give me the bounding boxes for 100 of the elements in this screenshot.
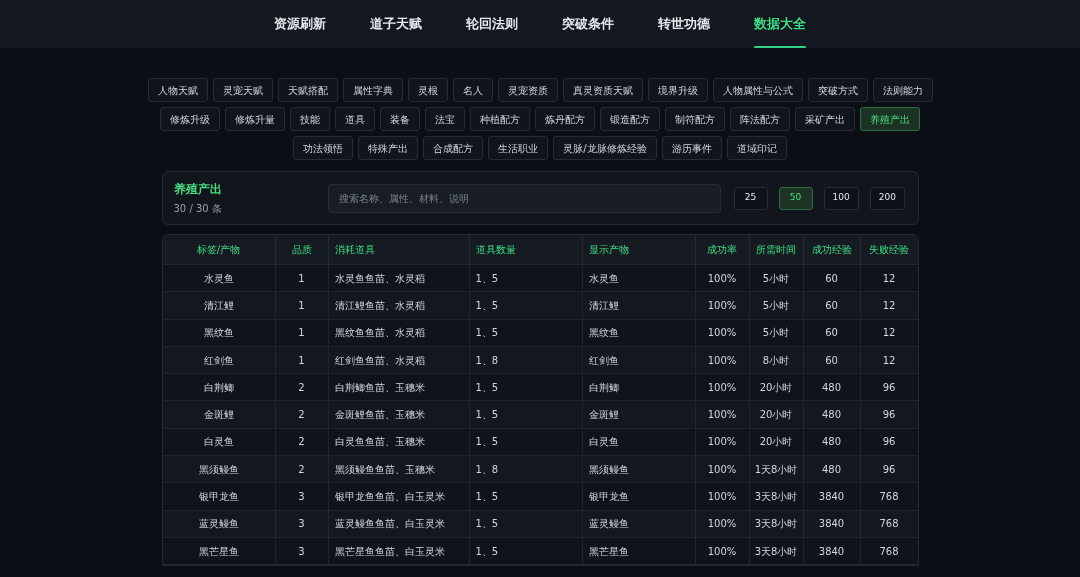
page-size-button[interactable]: 25 (733, 186, 768, 210)
table-cell: 100% (695, 483, 750, 510)
table-cell: 白灵鱼 (162, 428, 276, 456)
column-header: 道具数量 (469, 235, 583, 264)
active-tab-underline (754, 46, 806, 48)
table-cell: 60 (803, 346, 861, 374)
category-button[interactable]: 突破方式 (807, 78, 868, 102)
table-cell: 2 (275, 456, 329, 483)
table-cell: 480 (803, 374, 861, 401)
nav-tab[interactable]: 道子天赋 (349, 0, 443, 48)
category-button[interactable]: 功法领悟 (293, 136, 354, 160)
table-cell: 20小时 (749, 428, 804, 456)
category-button[interactable]: 采矿产出 (795, 107, 855, 131)
category-button[interactable]: 修炼升量 (225, 107, 285, 131)
nav-tab[interactable]: 轮回法则 (445, 0, 539, 48)
category-button[interactable]: 技能 (290, 107, 330, 131)
table-cell: 3 (275, 483, 329, 510)
category-button[interactable]: 法则能力 (872, 78, 933, 102)
page-size-button[interactable]: 200 (869, 186, 905, 210)
table-cell: 银甲龙鱼 (162, 483, 276, 510)
table-cell: 20小时 (749, 401, 804, 428)
table-cell: 黑纹鱼鱼苗、水灵稻 (328, 319, 470, 346)
table-cell: 60 (803, 319, 861, 346)
table-cell: 2 (275, 374, 329, 401)
table-cell: 金斑鲤 (582, 401, 696, 428)
table-cell: 1、5 (469, 292, 583, 319)
table-cell: 黑芒星鱼 (582, 537, 696, 565)
category-button[interactable]: 合成配方 (423, 136, 484, 160)
table-cell: 红剑鱼鱼苗、水灵稻 (328, 346, 470, 374)
table-cell: 12 (860, 292, 918, 319)
table-cell: 60 (803, 265, 861, 292)
category-button[interactable]: 法宝 (425, 107, 465, 131)
table-cell: 12 (860, 319, 918, 346)
table-cell: 100% (695, 401, 750, 428)
nav-tab[interactable]: 转世功德 (637, 0, 731, 48)
category-button[interactable]: 制符配方 (665, 107, 725, 131)
category-button[interactable]: 锻造配方 (600, 107, 660, 131)
table-cell: 蓝灵鳗鱼 (582, 510, 696, 537)
table-cell: 96 (860, 374, 918, 401)
page-size-button[interactable]: 50 (778, 186, 813, 210)
category-button[interactable]: 道具 (335, 107, 375, 131)
category-button[interactable]: 装备 (380, 107, 420, 131)
table-cell: 水灵鱼 (162, 265, 276, 292)
table-cell: 1、5 (469, 428, 583, 456)
table-cell: 96 (860, 428, 918, 456)
table-cell: 3840 (803, 483, 861, 510)
table-cell: 黑纹鱼 (582, 319, 696, 346)
table-cell: 白灵鱼 (582, 428, 696, 456)
table-cell: 5小时 (749, 292, 804, 319)
table-cell: 金斑鲤 (162, 401, 276, 428)
category-button[interactable]: 修炼升级 (160, 107, 220, 131)
table-cell: 100% (695, 374, 750, 401)
table-cell: 蓝灵鳗鱼 (162, 510, 276, 537)
table-cell: 5小时 (749, 319, 804, 346)
table-cell: 黑芒星鱼 (162, 537, 276, 565)
table-cell: 水灵鱼鱼苗、水灵稻 (328, 265, 470, 292)
column-header: 成功率 (695, 235, 750, 264)
category-button[interactable]: 灵脉/龙脉修炼经验 (553, 136, 657, 160)
table-cell: 清江鲤 (162, 292, 276, 319)
category-button[interactable]: 种植配方 (470, 107, 530, 131)
category-button[interactable]: 境界升级 (647, 78, 708, 102)
category-button[interactable]: 人物天赋 (147, 78, 208, 102)
column-header: 显示产物 (582, 235, 696, 264)
category-button[interactable]: 名人 (452, 78, 493, 102)
category-button[interactable]: 灵宠资质 (497, 78, 558, 102)
table-cell: 红剑鱼 (162, 346, 276, 374)
column-header: 消耗道具 (328, 235, 470, 264)
table-cell: 12 (860, 346, 918, 374)
table-cell: 白荆鲫 (582, 374, 696, 401)
category-button[interactable]: 灵宠天赋 (212, 78, 273, 102)
table-cell: 3 (275, 510, 329, 537)
category-button[interactable]: 灵根 (407, 78, 448, 102)
table-cell: 金斑鲤鱼苗、玉穗米 (328, 401, 470, 428)
table-cell: 黑须鳗鱼 (582, 456, 696, 483)
category-button[interactable]: 炼丹配方 (535, 107, 595, 131)
table-cell: 蓝灵鳗鱼鱼苗、白玉灵米 (328, 510, 470, 537)
category-button[interactable]: 生活职业 (488, 136, 549, 160)
category-button[interactable]: 真灵资质天赋 (562, 78, 643, 102)
category-button[interactable]: 人物属性与公式 (712, 78, 803, 102)
table-cell: 清江鲤 (582, 292, 696, 319)
nav-tab[interactable]: 突破条件 (541, 0, 635, 48)
category-button[interactable]: 属性字典 (342, 78, 403, 102)
category-button[interactable]: 天赋搭配 (277, 78, 338, 102)
column-header: 品质 (275, 235, 329, 264)
category-button[interactable]: 阵法配方 (730, 107, 790, 131)
category-button[interactable]: 特殊产出 (358, 136, 419, 160)
search-field[interactable]: 搜索名称、属性、材料、说明 (327, 183, 721, 213)
table-cell: 3840 (803, 510, 861, 537)
table-cell: 2 (275, 428, 329, 456)
table-cell: 1、5 (469, 265, 583, 292)
category-button[interactable]: 养殖产出 (860, 107, 920, 131)
table-cell: 100% (695, 510, 750, 537)
category-button[interactable]: 道域印记 (726, 136, 787, 160)
nav-tab[interactable]: 数据大全 (733, 0, 827, 48)
page-size-button[interactable]: 100 (823, 186, 859, 210)
category-button[interactable]: 游历事件 (661, 136, 722, 160)
nav-tab[interactable]: 资源刷新 (253, 0, 347, 48)
table-cell: 1天8小时 (749, 456, 804, 483)
column-header: 标签/产物 (162, 235, 276, 264)
table-cell: 1、5 (469, 401, 583, 428)
